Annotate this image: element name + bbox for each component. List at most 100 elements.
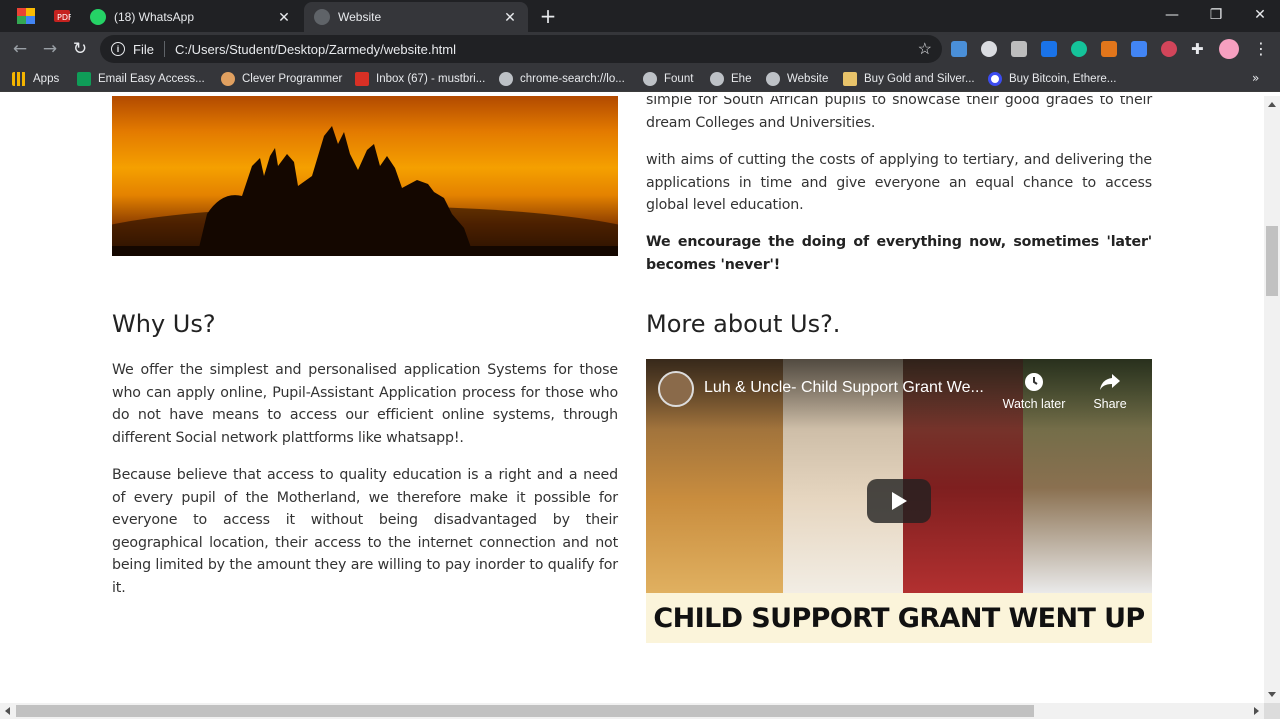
reload-icon[interactable]: ↻ — [68, 37, 92, 61]
back-icon[interactable]: ← — [8, 37, 32, 61]
bookmark-label: Clever Programmer — [242, 73, 343, 85]
url-scheme: File — [133, 41, 154, 57]
scroll-left-arrow-icon[interactable] — [5, 707, 10, 715]
google-translate-icon[interactable] — [1131, 41, 1147, 57]
why-us-paragraph-2: Because believe that access to quality e… — [112, 467, 618, 596]
why-us-heading: Why Us? — [112, 310, 216, 338]
page-viewport: simple for South African pupils to showc… — [0, 96, 1264, 703]
sheets-icon — [77, 72, 91, 86]
grammarly-icon[interactable] — [1071, 41, 1087, 57]
address-bar[interactable]: i File C:/Users/Student/Desktop/Zarmedy/… — [100, 35, 942, 63]
bookmark-label: Buy Gold and Silver... — [864, 73, 975, 85]
intro-paragraph-2: with aims of cutting the costs of applyi… — [646, 152, 1152, 213]
tab-search-icon[interactable] — [16, 6, 36, 26]
youtube-video-embed[interactable]: Luh & Uncle- Child Support Grant We... W… — [646, 359, 1152, 643]
horizontal-scroll-thumb[interactable] — [16, 705, 1034, 717]
why-us-paragraph-1: We offer the simplest and personalised a… — [112, 362, 618, 446]
channel-avatar[interactable] — [658, 371, 694, 407]
gmail-icon — [355, 72, 369, 86]
extension-help-icon[interactable] — [981, 41, 997, 57]
extension-translate-icon[interactable] — [951, 41, 967, 57]
intro-paragraph-tail: simple for South African pupils to showc… — [646, 96, 1152, 131]
hero-sunset-image — [112, 96, 618, 256]
bookmark-buy-bitcoin[interactable]: Buy Bitcoin, Ethere... — [988, 71, 1116, 87]
bookmark-chrome-search[interactable]: chrome-search://lo... — [499, 71, 625, 87]
bookmark-email-easy-access[interactable]: Email Easy Access... — [77, 71, 205, 87]
minimize-icon[interactable]: — — [1150, 0, 1194, 30]
whatsapp-icon — [90, 9, 106, 25]
horizontal-scrollbar[interactable] — [0, 703, 1264, 719]
bookmark-clever-programmer[interactable]: Clever Programmer — [221, 71, 342, 87]
vertical-scrollbar[interactable] — [1264, 96, 1280, 703]
bookmarks-bar: Apps Email Easy Access... Clever Program… — [0, 66, 1280, 92]
bookmark-inbox[interactable]: Inbox (67) - mustbri... — [355, 71, 485, 87]
bookmark-label: chrome-search://lo... — [520, 73, 625, 85]
video-title[interactable]: Luh & Uncle- Child Support Grant We... — [704, 379, 984, 397]
pinned-tab-icon[interactable]: PDF — [52, 6, 72, 26]
info-icon[interactable]: i — [111, 42, 125, 56]
video-caption-text: CHILD SUPPORT GRANT WENT UP — [653, 602, 1145, 634]
metamask-icon[interactable] — [1101, 41, 1117, 57]
url-text[interactable]: C:/Users/Student/Desktop/Zarmedy/website… — [175, 42, 918, 57]
tab-website[interactable]: Website ✕ — [304, 2, 528, 32]
vertical-scroll-thumb[interactable] — [1266, 226, 1278, 296]
extension-gray-icon[interactable] — [1011, 41, 1027, 57]
close-window-icon[interactable]: ✕ — [1238, 0, 1280, 30]
bookmark-label: Website — [787, 73, 829, 85]
new-tab-button[interactable]: + — [537, 5, 559, 27]
globe-icon — [766, 72, 780, 86]
bookmark-fount[interactable]: Fount — [643, 71, 693, 87]
play-icon — [892, 492, 907, 510]
divider — [163, 41, 165, 57]
watch-later-button[interactable]: Watch later — [999, 371, 1069, 411]
browser-toolbar: ← → ↻ i File C:/Users/Student/Desktop/Za… — [0, 32, 1280, 66]
bookmark-label: Apps — [33, 73, 60, 85]
restore-icon[interactable]: ❐ — [1194, 0, 1238, 30]
play-button[interactable] — [867, 479, 931, 523]
scroll-right-arrow-icon[interactable] — [1254, 707, 1259, 715]
clever-programmer-icon — [221, 72, 235, 86]
globe-icon — [643, 72, 657, 86]
bookmark-buy-gold[interactable]: Buy Gold and Silver... — [843, 71, 975, 87]
menu-dots-icon[interactable]: ⋮ — [1253, 38, 1269, 60]
bookmark-label: Email Easy Access... — [98, 73, 205, 85]
share-icon — [1075, 371, 1145, 393]
bookmark-label: Fount — [664, 73, 694, 85]
extension-save-icon[interactable] — [1041, 41, 1057, 57]
forward-icon[interactable]: → — [38, 37, 62, 61]
share-label: Share — [1093, 397, 1127, 411]
scroll-up-arrow-icon[interactable] — [1268, 102, 1276, 107]
bookmark-star-icon[interactable]: ☆ — [918, 39, 932, 59]
clock-icon — [999, 371, 1069, 393]
folder-icon — [843, 72, 857, 86]
watch-later-label: Watch later — [1002, 397, 1066, 411]
bookmark-label: Ehe — [731, 73, 752, 85]
bookmark-label: Inbox (67) - mustbri... — [376, 73, 486, 85]
more-bookmarks-icon[interactable]: » — [1252, 71, 1259, 85]
bookmark-website[interactable]: Website — [766, 71, 828, 87]
video-caption-banner: CHILD SUPPORT GRANT WENT UP — [646, 593, 1152, 643]
more-about-us-heading: More about Us?. — [646, 310, 841, 338]
svg-text:PDF: PDF — [57, 13, 71, 22]
bookmark-label: Buy Bitcoin, Ethere... — [1009, 73, 1117, 85]
circle-o-icon — [988, 72, 1002, 86]
share-button[interactable]: Share — [1075, 371, 1145, 411]
intro-bold-quote: We encourage the doing of everything now… — [646, 234, 1152, 273]
tab-title: (18) WhatsApp — [114, 10, 195, 24]
scrollbar-corner — [1264, 703, 1280, 719]
extension-spiral-icon[interactable] — [1161, 41, 1177, 57]
bookmark-apps[interactable]: Apps — [12, 71, 59, 87]
globe-icon — [499, 72, 513, 86]
globe-icon — [710, 72, 724, 86]
tab-title: Website — [338, 10, 382, 24]
scroll-down-arrow-icon[interactable] — [1268, 692, 1276, 697]
apps-grid-icon — [12, 72, 26, 86]
globe-icon — [314, 9, 330, 25]
tab-whatsapp[interactable]: (18) WhatsApp ✕ — [80, 2, 302, 32]
bookmark-ehe[interactable]: Ehe — [710, 71, 751, 87]
close-tab-icon[interactable]: ✕ — [274, 7, 294, 27]
close-tab-icon[interactable]: ✕ — [500, 7, 520, 27]
profile-avatar[interactable] — [1219, 39, 1239, 59]
extensions-puzzle-icon[interactable]: ✚ — [1191, 41, 1207, 57]
tab-strip: PDF (18) WhatsApp ✕ Website ✕ + — ❐ ✕ — [0, 0, 1280, 32]
